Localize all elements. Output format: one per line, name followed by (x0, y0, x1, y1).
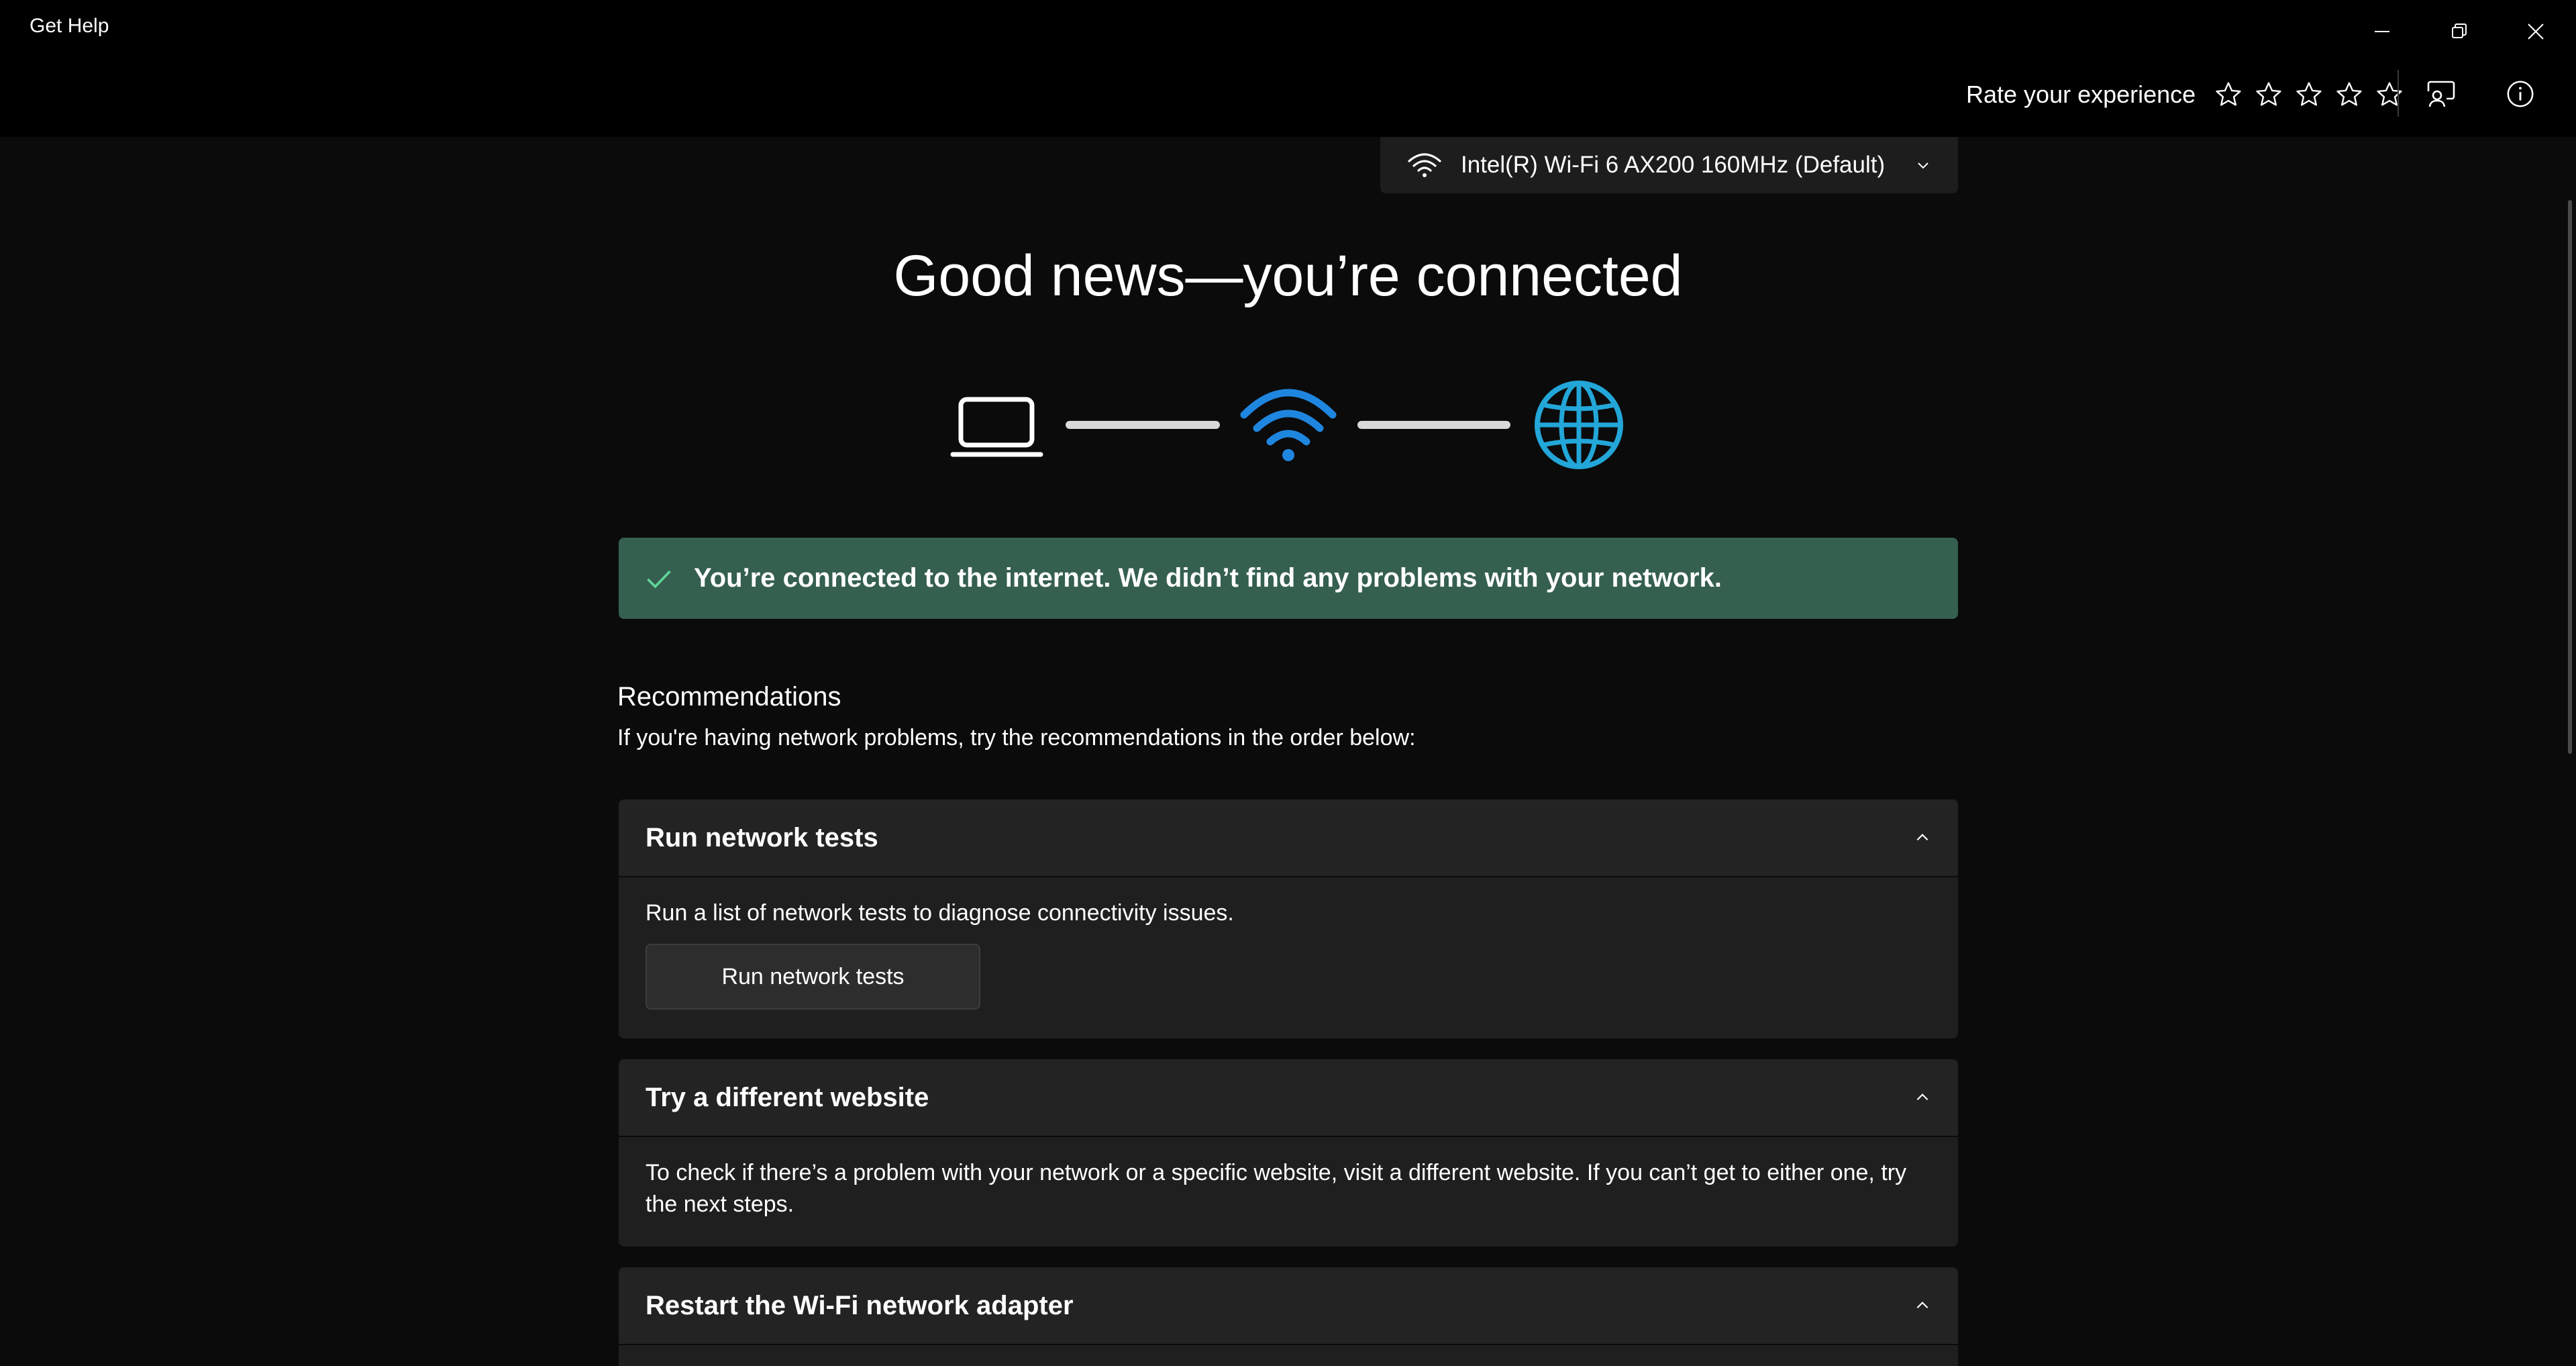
title-bar: Get Help Rate your experience (0, 0, 2576, 137)
restore-icon (2452, 23, 2467, 38)
recommendation-card: Restart the Wi-Fi network adapter (619, 1267, 1958, 1366)
card-description: To check if there’s a problem with your … (646, 1160, 1907, 1217)
wifi-icon (1408, 153, 1441, 177)
card-body: To check if there’s a problem with your … (619, 1137, 1958, 1220)
chevron-up-icon (1916, 1302, 1928, 1309)
star-4-button[interactable] (2330, 75, 2369, 114)
chevron-down-icon (1918, 162, 1928, 169)
star-icon (2256, 82, 2281, 106)
star-3-button[interactable] (2289, 75, 2328, 114)
card-body: Run a list of network tests to diagnose … (619, 877, 1958, 1010)
close-icon (2528, 23, 2544, 40)
rate-label: Rate your experience (1966, 81, 2196, 108)
star-icon (2216, 82, 2241, 106)
wifi-signal-icon (1240, 389, 1337, 461)
chevron-up-icon (1916, 1093, 1928, 1101)
feedback-icon (2427, 81, 2455, 107)
star-2-button[interactable] (2249, 75, 2288, 114)
recommendation-card: Try a different website To check if ther… (619, 1059, 1958, 1247)
card-header-try-different-website[interactable]: Try a different website (619, 1059, 1958, 1137)
star-5-button[interactable] (2370, 75, 2409, 114)
feedback-button[interactable] (2414, 70, 2468, 118)
restore-button[interactable] (2429, 8, 2489, 55)
page-title: Good news—you’re connected (893, 244, 1683, 308)
card-title: Restart the Wi-Fi network adapter (646, 1290, 1074, 1320)
card-description: Run a list of network tests to diagnose … (646, 900, 1234, 926)
star-icon (2336, 82, 2362, 106)
star-icon (2296, 82, 2322, 106)
rate-experience: Rate your experience (1966, 72, 2410, 117)
status-message: You’re connected to the internet. We did… (694, 563, 1722, 593)
card-header-run-network-tests[interactable]: Run network tests (619, 799, 1958, 877)
status-banner: You’re connected to the internet. We did… (619, 538, 1958, 619)
star-icon (2377, 82, 2402, 106)
recommendations-subtitle: If you're having network problems, try t… (617, 725, 1416, 750)
info-button[interactable] (2493, 70, 2547, 118)
info-icon (2507, 81, 2534, 107)
network-adapter-dropdown[interactable]: Intel(R) Wi-Fi 6 AX200 160MHz (Default) (1380, 137, 1958, 193)
card-header-restart-wifi-adapter[interactable]: Restart the Wi-Fi network adapter (619, 1267, 1958, 1345)
card-title: Try a different website (646, 1082, 929, 1112)
adapter-name: Intel(R) Wi-Fi 6 AX200 160MHz (Default) (1461, 152, 1886, 178)
laptop-icon (950, 397, 1043, 457)
star-1-button[interactable] (2209, 75, 2248, 114)
run-network-tests-button[interactable]: Run network tests (646, 944, 980, 1010)
checkmark-icon (647, 570, 671, 589)
card-title: Run network tests (646, 822, 878, 852)
app-title: Get Help (30, 15, 109, 37)
connection-diagram (950, 381, 1623, 469)
minimize-icon (2375, 31, 2389, 32)
recommendation-card: Run network tests Run a list of network … (619, 799, 1958, 1038)
recommendations-title: Recommendations (617, 682, 841, 712)
chevron-up-icon (1916, 834, 1928, 841)
minimize-button[interactable] (2352, 8, 2412, 55)
close-button[interactable] (2506, 8, 2566, 55)
toolbar-divider (2398, 70, 2399, 117)
globe-icon (1535, 381, 1623, 469)
